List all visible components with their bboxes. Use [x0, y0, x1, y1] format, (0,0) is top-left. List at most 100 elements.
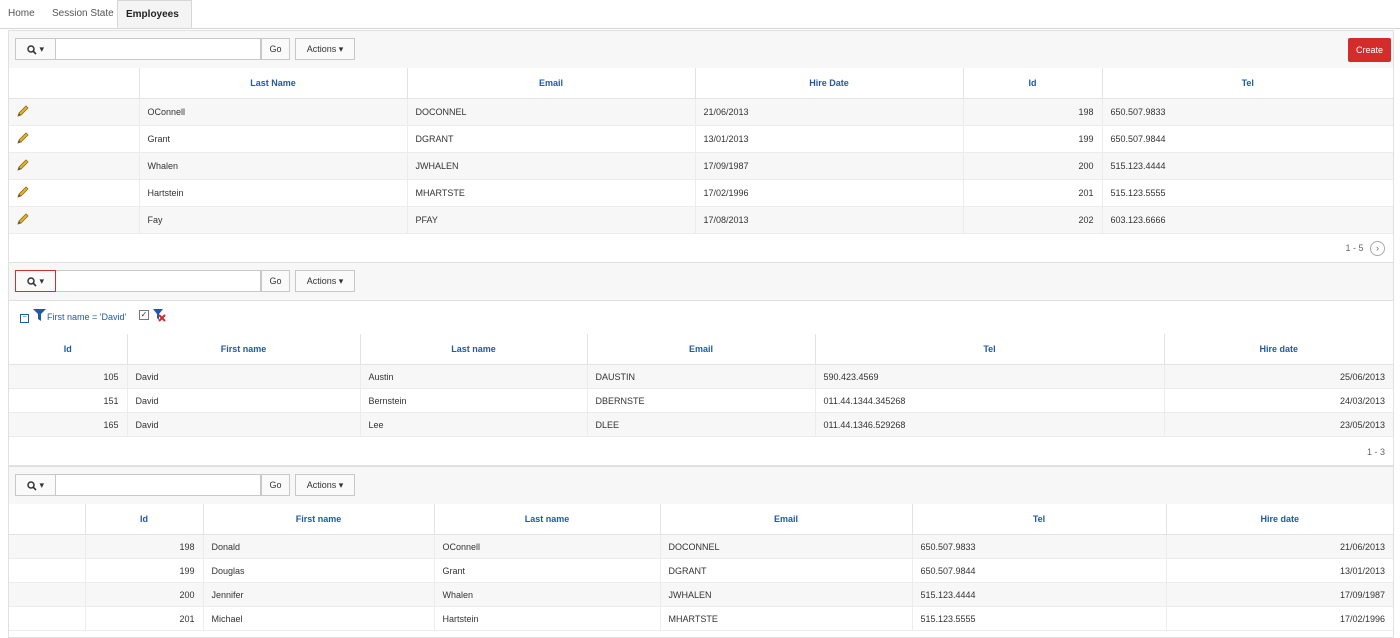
caret-down-icon: ▾ — [39, 276, 45, 286]
email-cell: DOCONNEL — [407, 98, 696, 126]
last-name-cell: Bernstein — [360, 388, 588, 413]
email-cell: DOCONNEL — [660, 534, 913, 559]
column-header-id[interactable]: Id — [963, 68, 1103, 99]
collapse-icon[interactable]: − — [20, 314, 29, 323]
select-cell — [9, 534, 86, 559]
column-header-id[interactable]: Id — [85, 504, 204, 535]
hire-date-cell: 23/05/2013 — [1164, 412, 1393, 437]
email-cell: JWHALEN — [660, 582, 913, 607]
column-header-email[interactable]: Email — [587, 334, 816, 365]
remove-filter-icon[interactable] — [153, 309, 166, 322]
table-row: Fay PFAY 17/08/2013 202 603.123.6666 — [9, 206, 1393, 234]
select-cell — [9, 558, 86, 583]
filter-enabled-checkbox[interactable]: ✓ — [139, 310, 149, 320]
search-input[interactable] — [56, 270, 261, 292]
table-row: Grant DGRANT 13/01/2013 199 650.507.9844 — [9, 125, 1393, 153]
column-header-hire-date[interactable]: Hire date — [1166, 504, 1393, 535]
column-header-tel[interactable]: Tel — [1102, 68, 1393, 99]
go-button[interactable]: Go — [261, 270, 290, 292]
filter-funnel-icon — [33, 309, 46, 321]
table-row: 151 David Bernstein DBERNSTE 011.44.1344.345… — [9, 388, 1393, 413]
tab-session-state[interactable]: Session State — [44, 0, 122, 28]
last-name-cell: Whalen — [139, 152, 408, 180]
select-cell — [9, 582, 86, 607]
column-header-first-name[interactable]: First name — [203, 504, 435, 535]
pagination: 1 - 5 › — [1345, 241, 1385, 256]
pencil-edit-icon[interactable] — [17, 213, 29, 227]
pencil-edit-icon[interactable] — [17, 186, 29, 200]
last-name-cell: OConnell — [139, 98, 408, 126]
caret-down-icon: ▾ — [39, 44, 45, 54]
id-cell: 198 — [85, 534, 204, 559]
email-cell: PFAY — [407, 206, 696, 234]
tel-cell: 650.507.9844 — [1102, 125, 1393, 153]
column-header-hire-date[interactable]: Hire date — [1164, 334, 1393, 365]
email-cell: DGRANT — [407, 125, 696, 153]
first-name-cell: David — [127, 364, 361, 389]
pencil-edit-icon[interactable] — [17, 105, 29, 119]
column-header-id[interactable]: Id — [9, 334, 128, 365]
column-header-select — [9, 504, 86, 535]
edit-cell — [9, 206, 140, 234]
tel-cell: 515.123.5555 — [1102, 179, 1393, 207]
first-name-cell: Michael — [203, 606, 435, 631]
filter-label[interactable]: First name = 'David' — [47, 312, 126, 322]
search-column-button[interactable]: ▾ — [15, 38, 56, 60]
column-header-last-name[interactable]: Last name — [434, 504, 661, 535]
pencil-edit-icon[interactable] — [17, 132, 29, 146]
column-header-email[interactable]: Email — [660, 504, 913, 535]
column-header-hire-date[interactable]: Hire Date — [695, 68, 964, 99]
first-name-cell: David — [127, 412, 361, 437]
search-column-button[interactable]: ▾ — [15, 270, 56, 292]
tab-employees[interactable]: Employees — [117, 0, 192, 28]
table-row: 200 Jennifer Whalen JWHALEN 515.123.4444 17/0… — [9, 582, 1393, 607]
last-name-cell: Grant — [139, 125, 408, 153]
first-name-cell: Jennifer — [203, 582, 435, 607]
report-table: Id First name Last name Email Tel Hire d… — [9, 504, 1393, 631]
last-name-cell: Austin — [360, 364, 588, 389]
column-header-last-name[interactable]: Last name — [360, 334, 588, 365]
next-page-icon[interactable]: › — [1370, 241, 1385, 256]
email-cell: DLEE — [587, 412, 816, 437]
tel-cell: 515.123.4444 — [912, 582, 1167, 607]
table-row: 199 Douglas Grant DGRANT 650.507.9844 13/01/2… — [9, 558, 1393, 583]
tel-cell: 515.123.5555 — [912, 606, 1167, 631]
pagination: 1 - 3 — [1367, 447, 1385, 457]
actions-menu-button[interactable]: Actions ▾ — [295, 474, 355, 496]
column-header-first-name[interactable]: First name — [127, 334, 361, 365]
last-name-cell: Hartstein — [139, 179, 408, 207]
pencil-edit-icon[interactable] — [17, 159, 29, 173]
actions-menu-button[interactable]: Actions ▾ — [295, 270, 355, 292]
search-input[interactable] — [56, 474, 261, 496]
column-header-email[interactable]: Email — [407, 68, 696, 99]
create-button[interactable]: Create — [1348, 38, 1391, 62]
actions-menu-button[interactable]: Actions ▾ — [295, 38, 355, 60]
hire-date-cell: 21/06/2013 — [695, 98, 964, 126]
employees-report-2: ▾ Go Actions ▾ − First name = 'David' ✓ … — [8, 262, 1394, 466]
go-button[interactable]: Go — [261, 474, 290, 496]
edit-cell — [9, 98, 140, 126]
last-name-cell: Whalen — [434, 582, 661, 607]
first-name-cell: Donald — [203, 534, 435, 559]
search-input[interactable] — [56, 38, 261, 60]
id-cell: 199 — [85, 558, 204, 583]
column-header-tel[interactable]: Tel — [912, 504, 1167, 535]
magnifier-icon — [27, 44, 37, 55]
column-header-last-name[interactable]: Last Name — [139, 68, 408, 99]
column-header-tel[interactable]: Tel — [815, 334, 1165, 365]
pagination-range: 1 - 3 — [1366, 447, 1385, 457]
search-column-button[interactable]: ▾ — [15, 474, 56, 496]
email-cell: MHARTSTE — [407, 179, 696, 207]
first-name-cell: Douglas — [203, 558, 435, 583]
id-cell: 202 — [963, 206, 1103, 234]
table-row: 105 David Austin DAUSTIN 590.423.4569 25/06/2… — [9, 364, 1393, 389]
report-toolbar: ▾ Go Actions ▾ — [9, 263, 1393, 301]
hire-date-cell: 17/02/1996 — [1166, 606, 1393, 631]
table-row: Hartstein MHARTSTE 17/02/1996 201 515.123.55… — [9, 179, 1393, 207]
report-toolbar: ▾ Go Actions ▾ Create — [9, 31, 1393, 69]
email-cell: DGRANT — [660, 558, 913, 583]
table-row: Whalen JWHALEN 17/09/1987 200 515.123.4444 — [9, 152, 1393, 180]
table-row: OConnell DOCONNEL 21/06/2013 198 650.507.983… — [9, 98, 1393, 126]
tab-home[interactable]: Home — [0, 0, 43, 28]
go-button[interactable]: Go — [261, 38, 290, 60]
